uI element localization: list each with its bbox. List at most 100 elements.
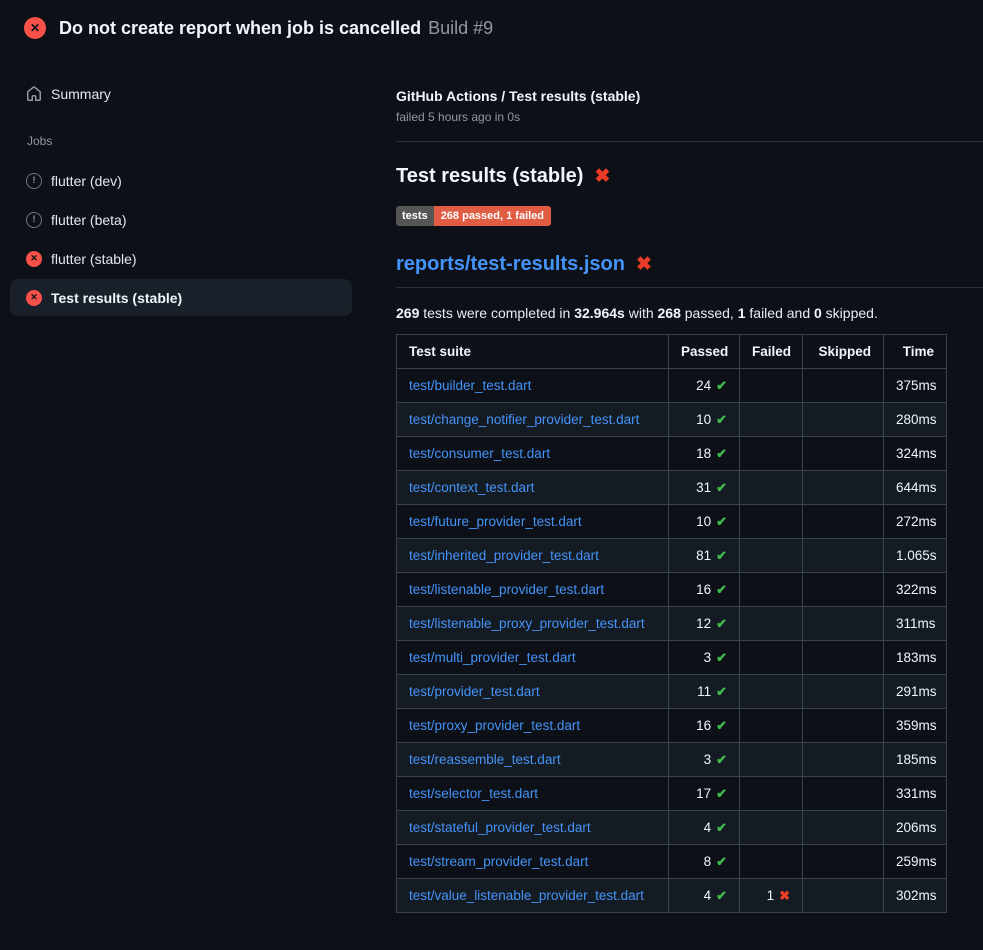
table-row: test/multi_provider_test.dart 3 ✔ 183ms (397, 641, 947, 675)
column-header: Time (884, 335, 947, 369)
report-file-link[interactable]: reports/test-results.json (396, 253, 625, 276)
suite-link[interactable]: test/listenable_proxy_provider_test.dart (409, 616, 645, 631)
tests-badge: tests 268 passed, 1 failed (396, 206, 551, 226)
sidebar-job-item[interactable]: ✕flutter (stable) (10, 240, 352, 277)
count-value: 3 (704, 650, 712, 665)
failed-cross-icon: ✖ (594, 165, 610, 188)
skipped-cell (803, 675, 884, 709)
passed-cell: 4✔ (669, 879, 740, 913)
build-title: Do not create report when job is cancell… (59, 18, 421, 39)
suite-link[interactable]: test/stateful_provider_test.dart (409, 820, 591, 835)
passed-cell: 16✔ (669, 573, 740, 607)
count-value: 11 (697, 684, 711, 699)
sidebar-job-item[interactable]: !flutter (dev) (10, 162, 352, 199)
skipped-cell (803, 505, 884, 539)
home-icon (26, 86, 42, 102)
sidebar-job-item[interactable]: ! flutter (beta) (10, 201, 352, 238)
time-cell: 183ms (884, 641, 947, 675)
check-icon: ✔ (716, 412, 727, 427)
failed-cell (740, 369, 803, 403)
passed-cell: 17✔ (669, 777, 740, 811)
summary-passed: 268 (658, 305, 681, 321)
check-icon: ✔ (716, 650, 727, 665)
table-row: test/listenable_provider_test.dart 16✔ 322… (397, 573, 947, 607)
sidebar-item-summary[interactable]: Summary (10, 75, 352, 112)
suite-link[interactable]: test/context_test.dart (409, 480, 534, 495)
summary-text: failed and (746, 305, 815, 321)
suite-link[interactable]: test/change_notifier_provider_test.dart (409, 412, 639, 427)
suite-link[interactable]: test/reassemble_test.dart (409, 752, 561, 767)
failed-cell (740, 471, 803, 505)
column-header: Passed (669, 335, 740, 369)
failed-cell (740, 777, 803, 811)
passed-cell: 4✔ (669, 811, 740, 845)
suite-cell: test/stream_provider_test.dart (397, 845, 669, 879)
suite-cell: test/builder_test.dart (397, 369, 669, 403)
skipped-cell (803, 539, 884, 573)
cancelled-circle-icon: ! (26, 212, 42, 228)
time-cell: 1.065s (884, 539, 947, 573)
summary-duration: 32.964s (574, 305, 625, 321)
table-body: test/builder_test.dart24✔375mstest/chang… (397, 369, 947, 913)
sidebar-job-item[interactable]: ✕Test results (stable) (10, 279, 352, 316)
skipped-cell (803, 743, 884, 777)
time-cell: 324ms (884, 437, 947, 471)
time-cell: 302ms (884, 879, 947, 913)
check-icon: ✔ (716, 820, 727, 835)
suite-link[interactable]: test/provider_test.dart (409, 684, 540, 699)
count-value: 24 (696, 378, 711, 393)
failed-cell (740, 811, 803, 845)
count-value: 81 (696, 548, 711, 563)
table-row: test/builder_test.dart24✔375ms (397, 369, 947, 403)
time-cell: 322ms (884, 573, 947, 607)
table-row: test/selector_test.dart 17✔ 331ms (397, 777, 947, 811)
table-row: test/stateful_provider_test.dart4✔206ms (397, 811, 947, 845)
sidebar-job-label: flutter (beta) (51, 212, 126, 228)
section-title: Test results (stable) ✖ (396, 165, 983, 188)
count-value: 3 (704, 752, 712, 767)
build-header: ✕ Do not create report when job is cance… (0, 0, 983, 56)
failed-cross-icon: ✖ (636, 253, 652, 276)
suite-link[interactable]: test/selector_test.dart (409, 786, 538, 801)
failed-cell (740, 505, 803, 539)
badge-value: 268 passed, 1 failed (434, 206, 551, 226)
failed-cell (740, 675, 803, 709)
jobs-list: !flutter (dev)! flutter (beta) ✕flutter (s… (10, 162, 352, 316)
suite-link[interactable]: test/value_listenable_provider_test.dart (409, 888, 644, 903)
skipped-cell (803, 709, 884, 743)
column-header: Test suite (397, 335, 669, 369)
suite-link[interactable]: test/consumer_test.dart (409, 446, 550, 461)
suite-link[interactable]: test/listenable_provider_test.dart (409, 582, 604, 597)
summary-text: tests were completed in (419, 305, 574, 321)
suite-link[interactable]: test/proxy_provider_test.dart (409, 718, 580, 733)
suite-link[interactable]: test/inherited_provider_test.dart (409, 548, 599, 563)
sidebar-job-label: flutter (stable) (51, 251, 137, 267)
time-cell: 185ms (884, 743, 947, 777)
failed-cell: 1✖ (740, 879, 803, 913)
passed-cell: 18✔ (669, 437, 740, 471)
time-cell: 291ms (884, 675, 947, 709)
suite-link[interactable]: test/multi_provider_test.dart (409, 650, 576, 665)
check-icon: ✔ (716, 888, 727, 903)
count-value: 4 (704, 888, 712, 903)
suite-link[interactable]: test/future_provider_test.dart (409, 514, 582, 529)
failed-cell (740, 709, 803, 743)
suite-cell: test/stateful_provider_test.dart (397, 811, 669, 845)
table-row: test/change_notifier_provider_test.dart1… (397, 403, 947, 437)
count-value: 4 (704, 820, 712, 835)
failed-cell (740, 607, 803, 641)
time-cell: 311ms (884, 607, 947, 641)
sidebar-job-label: flutter (dev) (51, 173, 122, 189)
suite-link[interactable]: test/builder_test.dart (409, 378, 531, 393)
passed-cell: 24✔ (669, 369, 740, 403)
suite-link[interactable]: test/stream_provider_test.dart (409, 854, 588, 869)
time-cell: 331ms (884, 777, 947, 811)
column-header: Skipped (803, 335, 884, 369)
check-icon: ✔ (716, 446, 727, 461)
count-value: 1 (767, 888, 775, 903)
suite-cell: test/value_listenable_provider_test.dart (397, 879, 669, 913)
suite-cell: test/reassemble_test.dart (397, 743, 669, 777)
table-row: test/stream_provider_test.dart8✔259ms (397, 845, 947, 879)
passed-cell: 31✔ (669, 471, 740, 505)
passed-cell: 11✔ (669, 675, 740, 709)
